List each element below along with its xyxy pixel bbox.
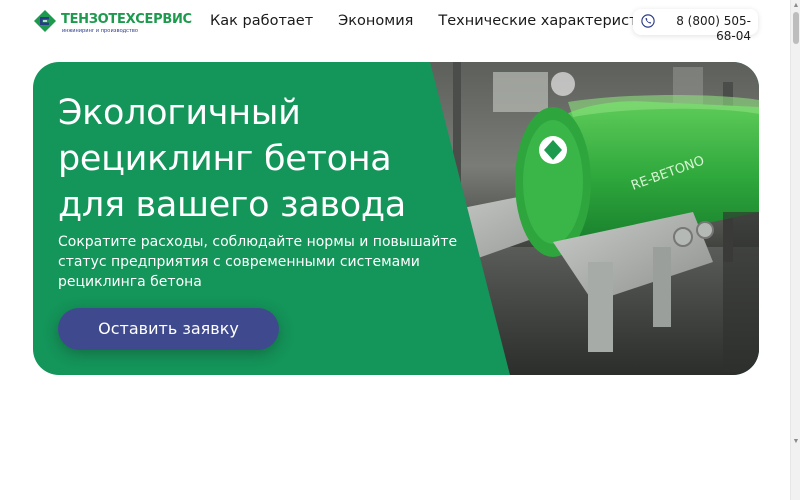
site-logo[interactable]: ТЕНЗОТЕХСЕРВИС инжиниринг и производство xyxy=(33,9,192,37)
nav-item-savings[interactable]: Экономия xyxy=(338,13,413,29)
scrollbar-thumb[interactable] xyxy=(793,12,799,44)
hero-title: Экологичный рециклинг бетона для вашего … xyxy=(58,90,478,228)
nav-item-how-it-works[interactable]: Как работает xyxy=(210,13,313,29)
phone-icon xyxy=(641,14,655,28)
phone-number: 8 (800) 505-68-04 xyxy=(676,14,751,43)
page-scrollbar[interactable]: ▲ ▼ xyxy=(790,0,800,500)
hero-title-line: рециклинг бетона xyxy=(58,139,392,179)
logo-mark-icon xyxy=(34,10,56,32)
logo-name: ТЕНЗОТЕХСЕРВИС xyxy=(61,12,192,27)
scroll-down-icon[interactable]: ▼ xyxy=(792,437,800,447)
submit-request-button[interactable]: Оставить заявку xyxy=(58,308,279,350)
phone-button[interactable]: 8 (800) 505-68-04 xyxy=(633,9,758,43)
main-nav: Как работает Экономия Технические характ… xyxy=(210,13,665,29)
hero-subtitle: Сократите расходы, соблюдайте нормы и по… xyxy=(58,234,458,290)
logo-tagline: инжиниринг и производство xyxy=(62,28,139,34)
scroll-up-icon[interactable]: ▲ xyxy=(792,1,800,11)
hero-title-line: для вашего завода xyxy=(58,185,406,225)
nav-item-specs[interactable]: Технические характеристики xyxy=(438,13,665,29)
hero-banner: RE-BETONO Экологичный рециклинг бетона д… xyxy=(33,62,759,375)
hero-title-line: Экологичный xyxy=(58,93,301,133)
